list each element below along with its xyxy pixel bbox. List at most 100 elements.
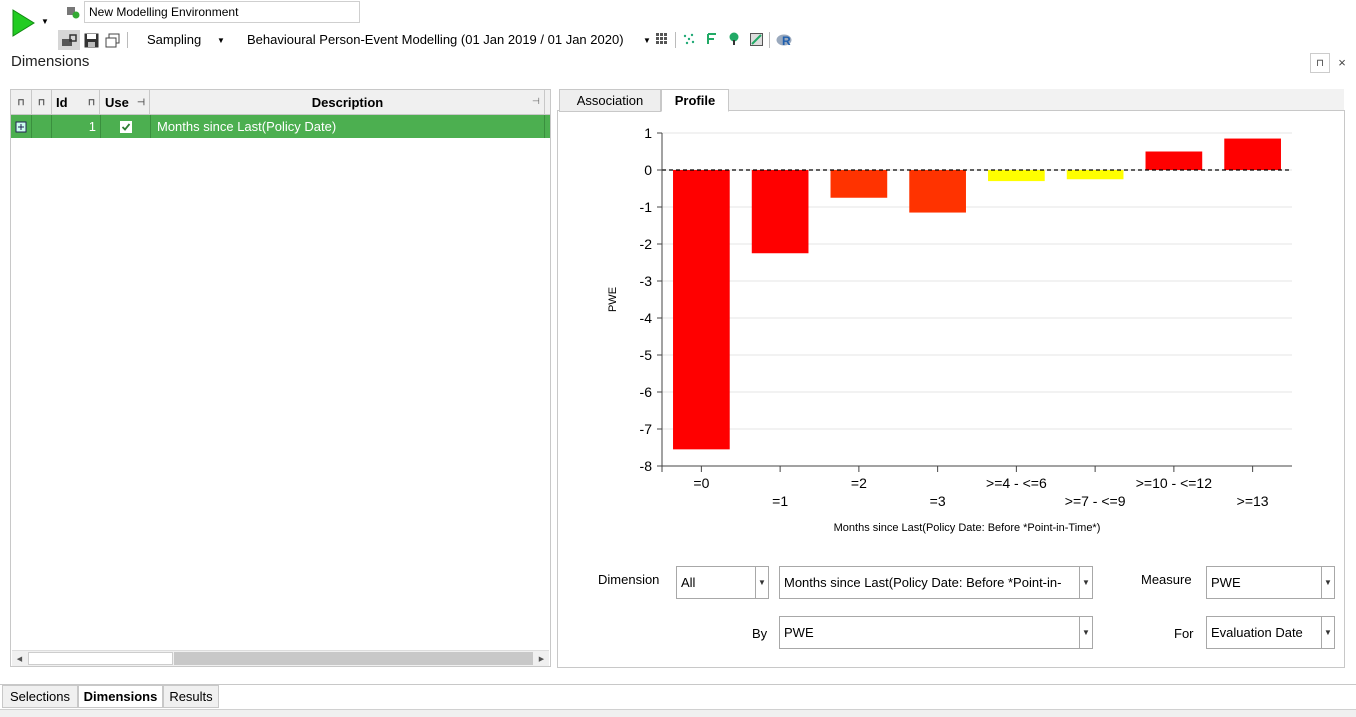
dimension-label: Dimension xyxy=(598,572,660,587)
tree-button[interactable] xyxy=(727,32,741,46)
chevron-down-icon: ▼ xyxy=(1079,567,1092,598)
toolbar-separator xyxy=(675,32,676,48)
pin-icon: ⊣ xyxy=(137,96,145,107)
model-label: Behavioural Person-Event Modelling (01 J… xyxy=(247,32,624,47)
tab-selections-label: Selections xyxy=(10,689,70,704)
bar xyxy=(1224,138,1281,170)
grid-view-button[interactable] xyxy=(655,32,669,46)
dimension-filter-select[interactable]: All ▼ xyxy=(676,566,769,599)
header-description[interactable]: Description xyxy=(151,90,545,114)
svg-text:R: R xyxy=(782,34,791,48)
dimension-select[interactable]: Months since Last(Policy Date: Before *P… xyxy=(779,566,1093,599)
tab-results[interactable]: Results xyxy=(163,685,219,708)
pin-icon: ⊓ xyxy=(1316,57,1324,69)
row-indicator-icon xyxy=(11,115,32,138)
scroll-left-button[interactable]: ◀ xyxy=(12,651,27,666)
pin-icon: ⊣ xyxy=(532,96,540,106)
y-ticks: 1 0 -1 -2 -3 -4 -5 -6 -7 -8 xyxy=(640,125,662,474)
tab-dimensions-label: Dimensions xyxy=(83,689,158,704)
tab-strip-fill xyxy=(729,89,1344,111)
toolbar-separator xyxy=(127,32,128,48)
tab-results-label: Results xyxy=(169,689,213,704)
header-description-label: Description xyxy=(311,94,384,110)
grid-icon xyxy=(656,33,667,44)
tab-dimensions[interactable]: Dimensions xyxy=(78,685,163,708)
lock-icon xyxy=(62,34,77,46)
by-select[interactable]: PWE ▼ xyxy=(779,616,1093,649)
x-ticks: =0 =1 =2 =3 >=4 - <=6 >=7 - <=9 >=10 - <=12 >=1… xyxy=(661,466,1269,509)
run-button[interactable] xyxy=(10,8,38,38)
x-tick-label: =2 xyxy=(851,475,867,491)
measure-value: PWE xyxy=(1211,575,1241,590)
for-select[interactable]: Evaluation Date ▼ xyxy=(1206,616,1335,649)
scatter-button[interactable] xyxy=(682,32,696,46)
row-id: 1 xyxy=(52,115,101,138)
tab-association[interactable]: Association xyxy=(559,89,661,112)
scrollbar-thumb[interactable] xyxy=(28,652,173,665)
play-icon xyxy=(12,9,35,37)
dimension-filter-value: All xyxy=(681,575,696,590)
environment-name-field[interactable]: New Modelling Environment xyxy=(84,1,360,23)
copy-icon xyxy=(105,33,120,47)
tab-selections[interactable]: Selections xyxy=(2,685,78,708)
pin-icon: ⊓ xyxy=(87,96,95,107)
y-tick-label: -5 xyxy=(640,347,653,363)
scroll-right-button[interactable]: ▶ xyxy=(534,651,549,666)
bar xyxy=(988,170,1045,182)
chevron-down-icon: ▼ xyxy=(1079,617,1092,648)
save-button[interactable] xyxy=(82,31,100,49)
tab-profile-label: Profile xyxy=(674,93,716,108)
header-use-label: Use xyxy=(105,94,129,110)
x-tick-label: =0 xyxy=(693,475,709,491)
y-tick-label: 1 xyxy=(644,125,652,141)
bar xyxy=(909,170,966,213)
pin-icon: ⊓ xyxy=(37,96,46,107)
y-tick-label: -4 xyxy=(640,310,653,326)
sampling-dropdown-arrow[interactable]: ▼ xyxy=(217,36,225,45)
x-axis-label: Months since Last(Policy Date: Before *P… xyxy=(834,522,1101,534)
copy-button[interactable] xyxy=(104,31,122,49)
bar xyxy=(1145,151,1203,170)
run-dropdown-arrow[interactable]: ▼ xyxy=(41,17,51,27)
header-pin-column-2[interactable]: ⊓ xyxy=(32,90,52,114)
row-use-checkbox[interactable] xyxy=(101,115,151,138)
tab-profile[interactable]: Profile xyxy=(661,89,729,112)
model-dropdown-arrow[interactable]: ▼ xyxy=(643,36,651,45)
chevron-down-icon: ▼ xyxy=(755,567,768,598)
measure-select[interactable]: PWE ▼ xyxy=(1206,566,1335,599)
y-tick-label: -2 xyxy=(640,236,653,252)
formula-button[interactable] xyxy=(704,32,718,46)
checkbox-checked-icon xyxy=(119,120,132,133)
header-id[interactable]: Id ⊓ xyxy=(52,90,100,114)
model-dropdown[interactable]: Behavioural Person-Event Modelling (01 J… xyxy=(247,32,624,47)
by-value: PWE xyxy=(784,625,814,640)
horizontal-scrollbar[interactable]: ◀ ▶ xyxy=(12,650,549,666)
panel-close-button[interactable]: × xyxy=(1333,53,1351,71)
for-value: Evaluation Date xyxy=(1211,625,1303,640)
x-tick-label: >=10 - <=12 xyxy=(1136,475,1213,491)
y-tick-label: -3 xyxy=(640,273,653,289)
save-icon xyxy=(84,33,98,47)
chevron-down-icon: ▼ xyxy=(1321,567,1334,598)
sampling-dropdown[interactable]: Sampling xyxy=(147,32,201,47)
scrollbar-track[interactable] xyxy=(174,652,533,665)
panel-pin-button[interactable]: ⊓ xyxy=(1310,53,1330,73)
table-row[interactable]: 1 Months since Last(Policy Date) xyxy=(11,115,550,138)
header-pin-column[interactable]: ⊓ xyxy=(11,90,32,114)
formula-icon xyxy=(707,33,716,44)
by-label: By xyxy=(752,626,768,641)
y-tick-label: 0 xyxy=(644,162,652,178)
header-use[interactable]: Use ⊣ xyxy=(101,90,150,114)
r-script-button[interactable]: R xyxy=(776,31,794,49)
toolbar-separator xyxy=(769,32,770,48)
close-icon: × xyxy=(1338,54,1346,70)
measure-label: Measure xyxy=(1141,572,1192,587)
y-tick-label: -8 xyxy=(640,458,653,474)
chart-button[interactable] xyxy=(749,32,763,46)
bar xyxy=(673,170,730,450)
bar xyxy=(751,170,809,254)
lock-button[interactable] xyxy=(58,30,80,50)
row-description: Months since Last(Policy Date) xyxy=(157,119,337,134)
for-label: For xyxy=(1174,626,1194,641)
dimension-value: Months since Last(Policy Date: Before *P… xyxy=(784,575,1062,590)
